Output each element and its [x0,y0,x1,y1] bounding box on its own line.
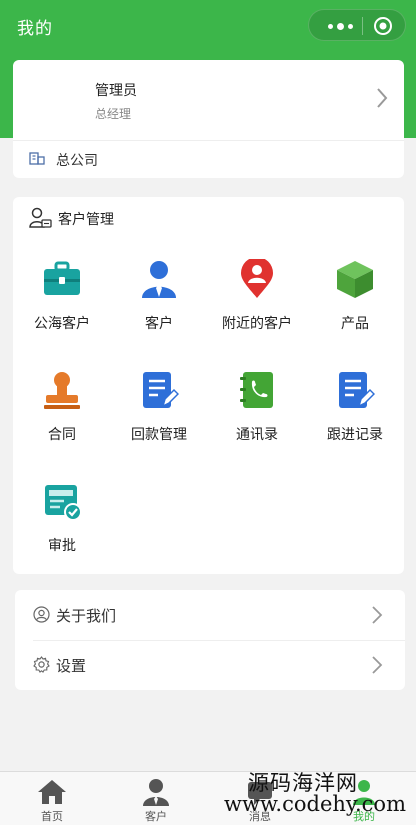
settings-menu: 关于我们 设置 [15,590,405,690]
more-dot-icon [348,24,353,29]
menu-item-settings[interactable]: 设置 [15,640,405,690]
profile-card[interactable]: 管理员 总经理 总公司 [13,60,404,178]
stamp-icon [44,372,80,409]
divider [13,140,404,141]
gear-icon [33,656,50,673]
profile-name: 管理员 [95,83,137,99]
chevron-right-icon [372,606,383,624]
tab-customers[interactable]: 客户 [104,772,208,825]
more-menu-button[interactable] [326,18,354,34]
chevron-right-icon [377,88,388,108]
customer-management-section: 客户管理 公海客户 客户 附近的客户 产品 合同 回款管理 通讯录 跟进记录 审… [13,197,404,574]
location-pin-icon [241,259,273,298]
menu-item-label: 设置 [56,657,87,675]
tab-home[interactable]: 首页 [0,772,104,825]
close-miniprogram-icon[interactable] [373,16,393,36]
user-circle-icon [33,606,50,623]
watermark: 源码海洋网 www.codehy.com [222,765,416,825]
grid-item-label: 客户 [145,316,173,332]
grid-item-label: 公海客户 [34,316,90,332]
profile-role: 总经理 [95,107,132,121]
company-name: 总公司 [56,153,98,169]
document-edit-icon [143,372,179,408]
more-dot-icon [328,24,333,29]
tab-label: 首页 [41,810,63,823]
tab-label: 客户 [145,810,167,823]
watermark-line-2: www.codehy.com [224,792,406,816]
address-book-icon [240,372,273,408]
grid-item-nearby-customers[interactable]: 附近的客户 [208,259,306,359]
grid-item-payment-management[interactable]: 回款管理 [110,370,208,470]
grid-item-public-customers[interactable]: 公海客户 [13,259,111,359]
grid-item-label: 回款管理 [131,427,187,443]
capsule-divider [362,17,363,35]
grid-item-address-book[interactable]: 通讯录 [208,370,306,470]
grid-item-label: 产品 [341,316,369,332]
grid-item-label: 合同 [48,427,76,443]
home-icon [38,780,66,804]
user-icon [142,261,176,298]
menu-item-about-us[interactable]: 关于我们 [15,590,405,640]
grid-item-label: 附近的客户 [222,316,292,332]
section-title: 客户管理 [58,212,114,228]
approval-icon [45,485,82,521]
menu-item-label: 关于我们 [56,607,117,625]
customer-icon [143,779,169,806]
grid-item-approval[interactable]: 审批 [13,481,111,581]
building-icon [29,152,45,165]
grid-item-contracts[interactable]: 合同 [13,370,111,470]
more-dot-icon [337,23,344,30]
grid-item-label: 跟进记录 [327,427,383,443]
grid-item-label: 审批 [48,538,76,554]
grid-item-follow-up-records[interactable]: 跟进记录 [306,370,404,470]
document-edit-icon [339,372,375,408]
grid-item-products[interactable]: 产品 [306,259,404,359]
avatar [27,72,87,132]
briefcase-icon [44,261,80,295]
miniprogram-capsule [308,9,406,41]
box-icon [337,261,373,298]
chevron-right-icon [372,656,383,674]
grid-item-customers[interactable]: 客户 [110,259,208,359]
page-title: 我的 [17,19,53,39]
customer-management-icon [29,207,52,228]
grid-item-label: 通讯录 [236,427,278,443]
